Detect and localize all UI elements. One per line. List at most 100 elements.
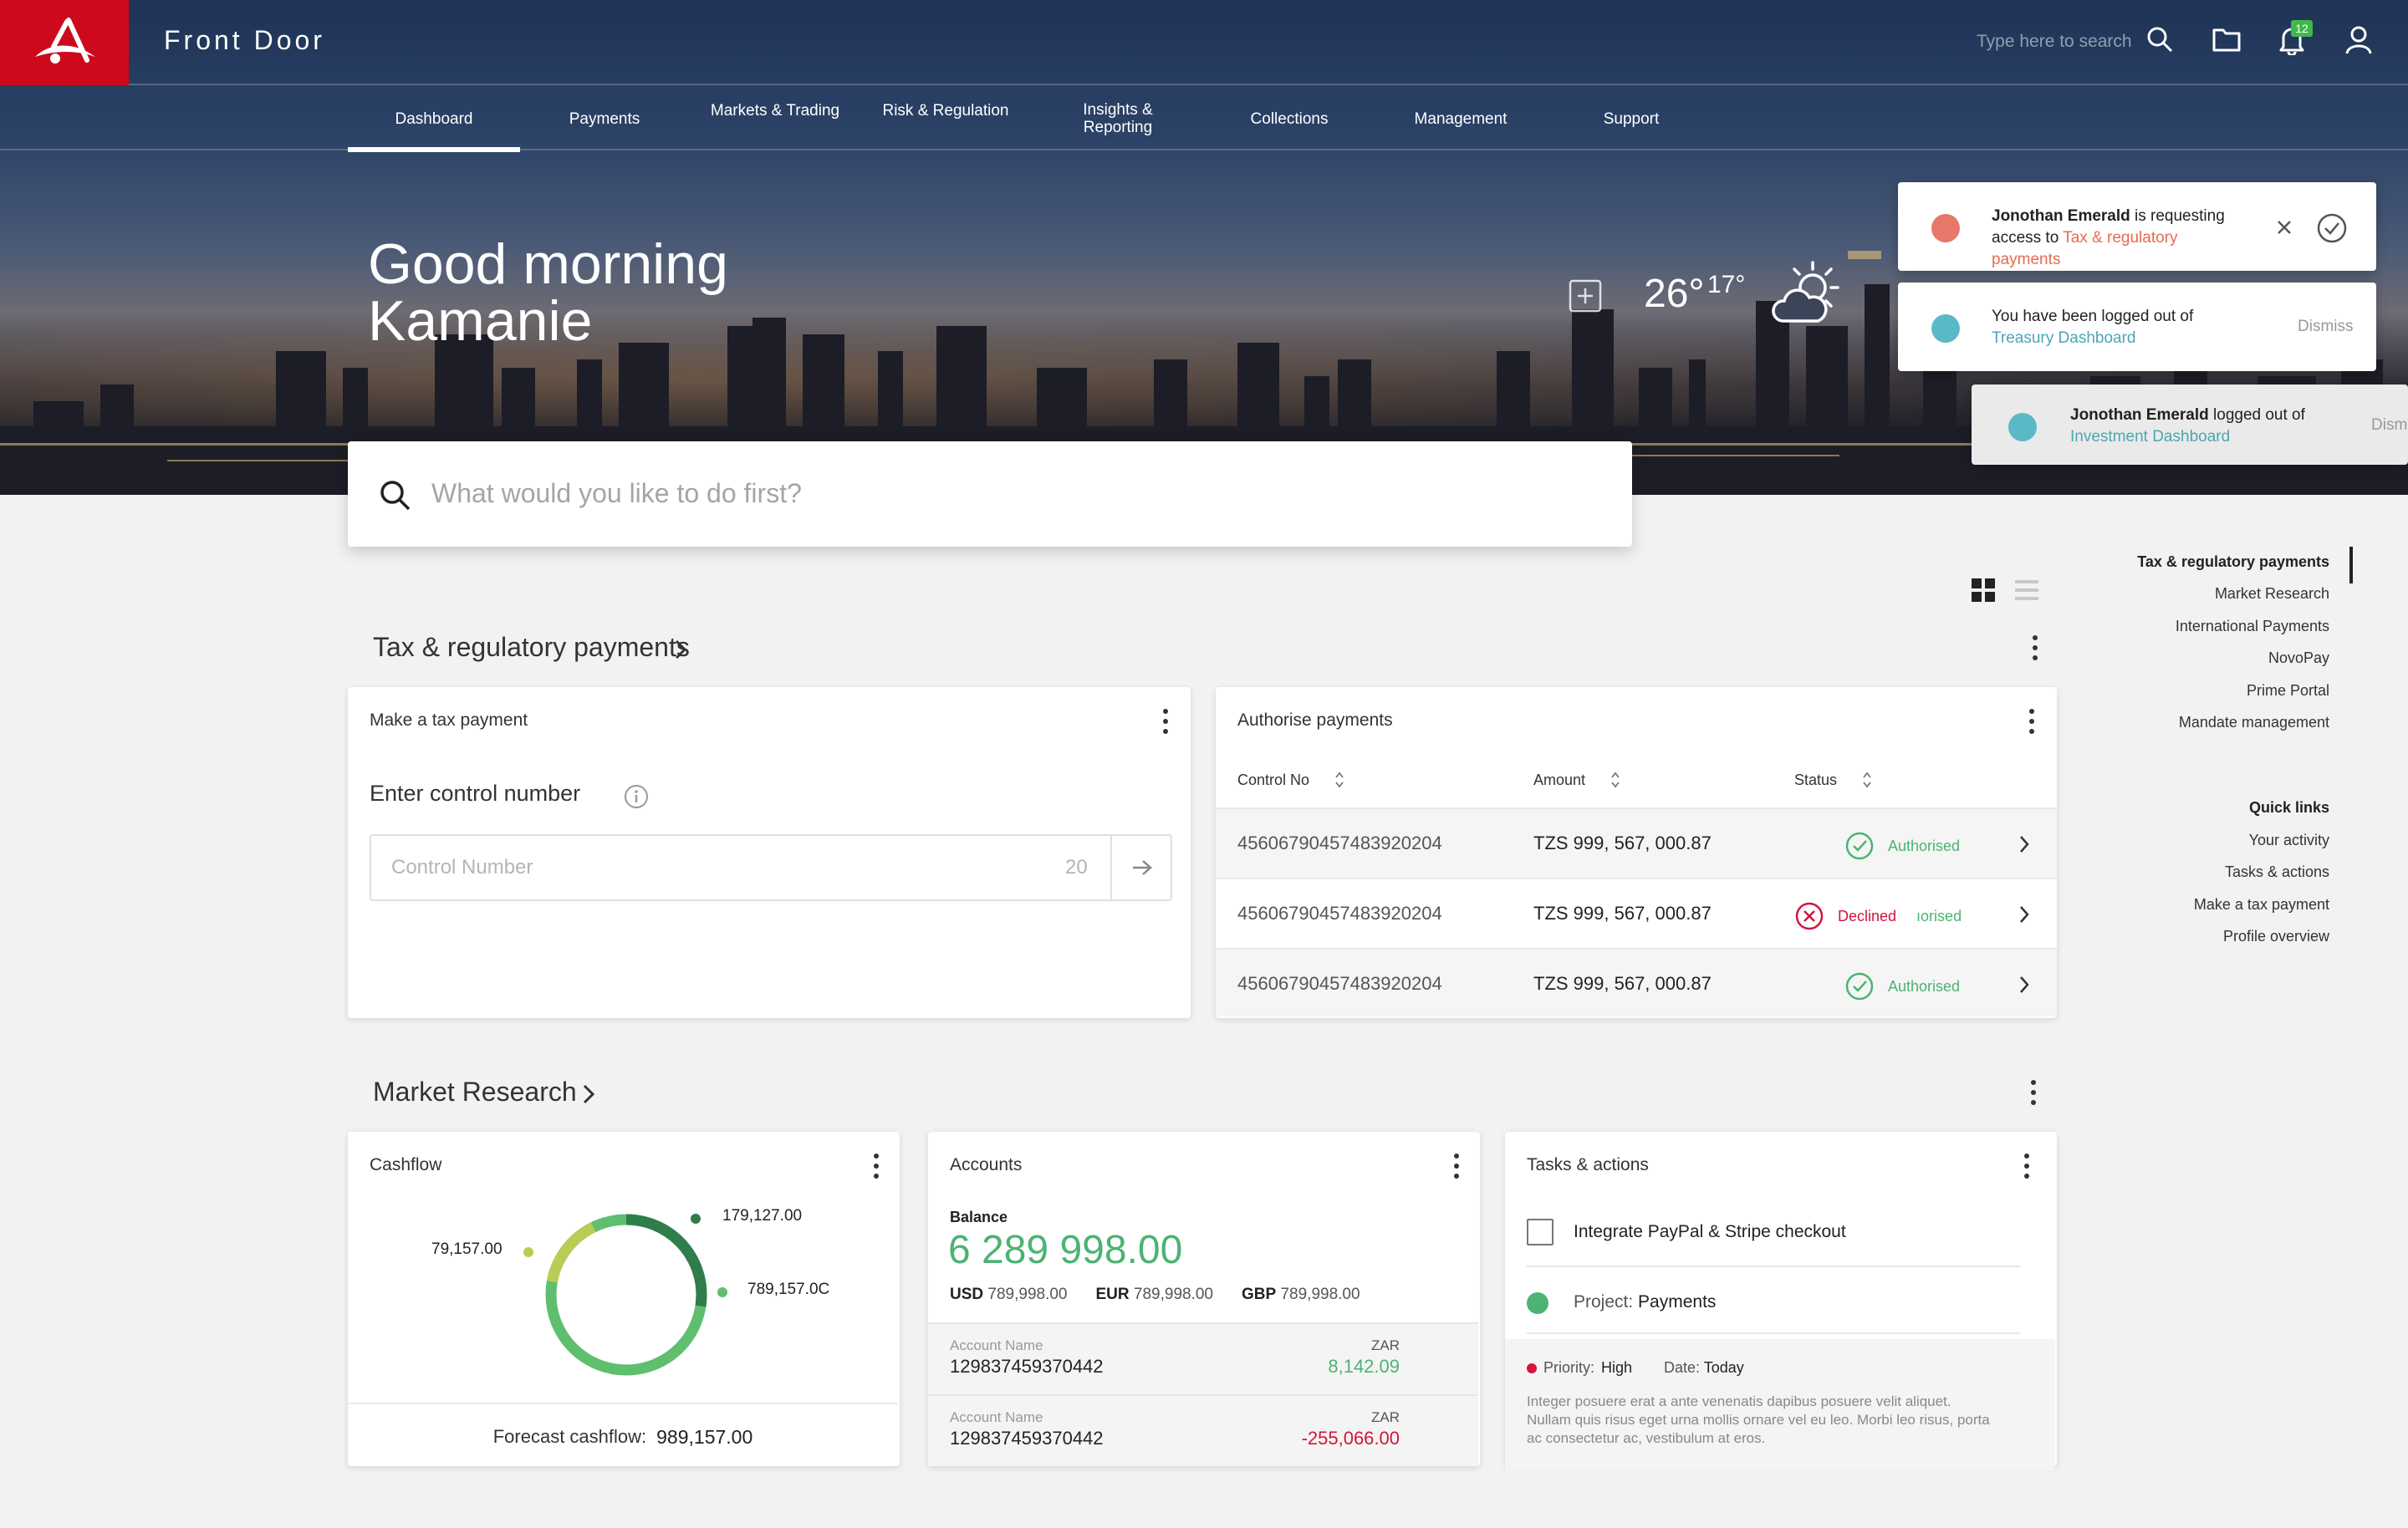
more-options-icon[interactable] (2023, 709, 2040, 734)
notification-dot (2008, 413, 2037, 441)
side-link-market-research[interactable]: Market Research (2215, 585, 2329, 603)
side-link-prime-portal[interactable]: Prime Portal (2247, 682, 2329, 700)
nav-management[interactable]: Management (1375, 87, 1547, 150)
account-row[interactable]: Account Name 129837459370442 ZAR -255,06… (928, 1394, 1478, 1466)
status-badge: Authorised (1844, 831, 1960, 861)
balance-label: Balance (950, 1209, 1008, 1225)
side-link-mandate-management[interactable]: Mandate management (2179, 714, 2329, 731)
notification-count-badge: 12 (2291, 20, 2313, 37)
dismiss-button[interactable]: Dism (2371, 416, 2407, 435)
brand-logo[interactable] (0, 0, 129, 85)
section-title-market-research[interactable]: Market Research (373, 1077, 577, 1108)
notification-link[interactable]: Investment Dashboard (2070, 428, 2230, 446)
notification-message: Jonothan Emerald logged out of Investmen… (2070, 405, 2346, 448)
column-header-control-no[interactable]: Control No (1237, 771, 1344, 789)
nav-insights-reporting[interactable]: Insights & Reporting (1030, 87, 1206, 150)
nav-collections[interactable]: Collections (1203, 87, 1375, 150)
table-row[interactable]: 45606790457483920204 TZS 999, 567, 000.8… (1216, 878, 2057, 948)
status-text: Authorised (1888, 977, 1961, 995)
control-number: 45606790457483920204 (1237, 833, 1442, 853)
add-widget-icon[interactable] (1569, 279, 1602, 313)
user-name: Kamanie (368, 289, 593, 353)
task-checkbox[interactable] (1527, 1219, 1553, 1245)
table-row[interactable]: 45606790457483920204 TZS 999, 567, 000.8… (1216, 948, 2057, 1016)
quick-link-tax-payment[interactable]: Make a tax payment (2194, 896, 2329, 914)
info-icon[interactable] (624, 784, 649, 809)
control-number-input[interactable]: Control Number 20 (370, 834, 1172, 901)
more-options-icon[interactable] (2027, 635, 2043, 660)
search-icon (380, 481, 411, 511)
card-title: Authorise payments (1237, 711, 1393, 730)
notification-message: You have been logged out of Treasury Das… (1992, 306, 2242, 349)
more-options-icon[interactable] (2018, 1154, 2035, 1179)
side-nav-active-indicator (2349, 547, 2353, 583)
column-label: Status (1794, 771, 1838, 788)
main-search-placeholder: What would you like to do first? (431, 478, 802, 508)
app-title: Front Door (164, 25, 325, 55)
decline-icon[interactable] (2276, 219, 2293, 236)
header-search-input[interactable]: Type here to search (1977, 32, 2132, 52)
notification-dot (1931, 314, 1960, 343)
user-icon[interactable] (2344, 25, 2373, 55)
cashflow-value-label: 789,157.0C (747, 1281, 830, 1298)
quick-link-tasks[interactable]: Tasks & actions (2225, 863, 2329, 881)
status-text: Authorised (1888, 837, 1961, 854)
due-date: Date: Today (1664, 1359, 1744, 1376)
legend-dot (523, 1247, 533, 1257)
approve-icon[interactable] (2316, 212, 2348, 244)
account-currency: ZAR (1371, 1337, 1400, 1353)
more-options-icon[interactable] (2025, 1080, 2042, 1105)
more-options-icon[interactable] (868, 1154, 885, 1179)
account-value: -255,066.00 (1301, 1428, 1400, 1449)
notification-user: Jonothan Emerald (2070, 406, 2209, 424)
folder-icon[interactable] (2212, 25, 2242, 53)
accounts-card: Accounts Balance 6 289 998.00 USD 789,99… (928, 1132, 1480, 1466)
chevron-right-icon[interactable] (2018, 975, 2030, 995)
nav-dashboard[interactable]: Dashboard (348, 87, 520, 152)
chevron-right-icon[interactable] (2018, 834, 2030, 854)
chevron-right-icon[interactable] (674, 639, 687, 660)
column-header-status[interactable]: Status (1794, 771, 1872, 789)
submit-control-number-button[interactable] (1110, 836, 1172, 899)
account-currency: ZAR (1371, 1409, 1400, 1425)
tasks-card: Tasks & actions Integrate PayPal & Strip… (1505, 1132, 2057, 1471)
search-icon[interactable] (2145, 25, 2174, 53)
check-circle-icon (1845, 832, 1874, 860)
side-link-tax[interactable]: Tax & regulatory payments (2137, 553, 2329, 571)
more-options-icon[interactable] (1157, 709, 1174, 734)
list-view-icon[interactable] (2015, 578, 2038, 602)
brand-logo-icon (35, 18, 95, 64)
account-row[interactable]: Account Name 129837459370442 ZAR 8,142.0… (928, 1322, 1478, 1394)
card-title: Make a tax payment (370, 711, 528, 730)
main-search-box[interactable]: What would you like to do first? (348, 441, 1632, 547)
column-header-amount[interactable]: Amount (1533, 771, 1620, 789)
dismiss-button[interactable]: Dismiss (2298, 318, 2354, 336)
chevron-right-icon[interactable] (582, 1083, 595, 1105)
amount: TZS 999, 567, 000.87 (1533, 903, 1712, 924)
nav-payments[interactable]: Payments (518, 87, 691, 150)
quick-link-profile[interactable]: Profile overview (2223, 928, 2329, 945)
account-value: 8,142.09 (1328, 1356, 1400, 1377)
greeting-heading: Good morning Kamanie (368, 236, 728, 349)
side-link-international-payments[interactable]: International Payments (2176, 618, 2329, 635)
weather-low-temperature: 17° (1707, 271, 1746, 298)
nav-support[interactable]: Support (1545, 87, 1717, 150)
forecast-value: 989,157.00 (656, 1425, 753, 1448)
status-text: Declined (1838, 907, 1897, 924)
section-title-tax[interactable]: Tax & regulatory payments (373, 632, 690, 663)
quick-link-activity[interactable]: Your activity (2249, 832, 2329, 849)
chevron-right-icon[interactable] (2018, 904, 2030, 924)
notification-dot (1931, 214, 1960, 242)
grid-view-icon[interactable] (1972, 578, 1995, 602)
currency-balance: GBP 789,998.00 (1242, 1286, 1360, 1303)
nav-markets-trading[interactable]: Markets & Trading (689, 79, 861, 142)
project-label: Project: Payments (1574, 1292, 1717, 1312)
notification-link[interactable]: Treasury Dashboard (1992, 329, 2135, 347)
greeting-line: Good morning (368, 232, 728, 296)
main-nav: Dashboard Payments Markets & Trading Ris… (0, 87, 2408, 152)
nav-risk-regulation[interactable]: Risk & Regulation (860, 79, 1032, 142)
check-circle-icon (1845, 972, 1874, 1001)
table-row[interactable]: 45606790457483920204 TZS 999, 567, 000.8… (1216, 807, 2057, 878)
more-options-icon[interactable] (1448, 1154, 1465, 1179)
side-link-novopay[interactable]: NovoPay (2268, 649, 2329, 667)
